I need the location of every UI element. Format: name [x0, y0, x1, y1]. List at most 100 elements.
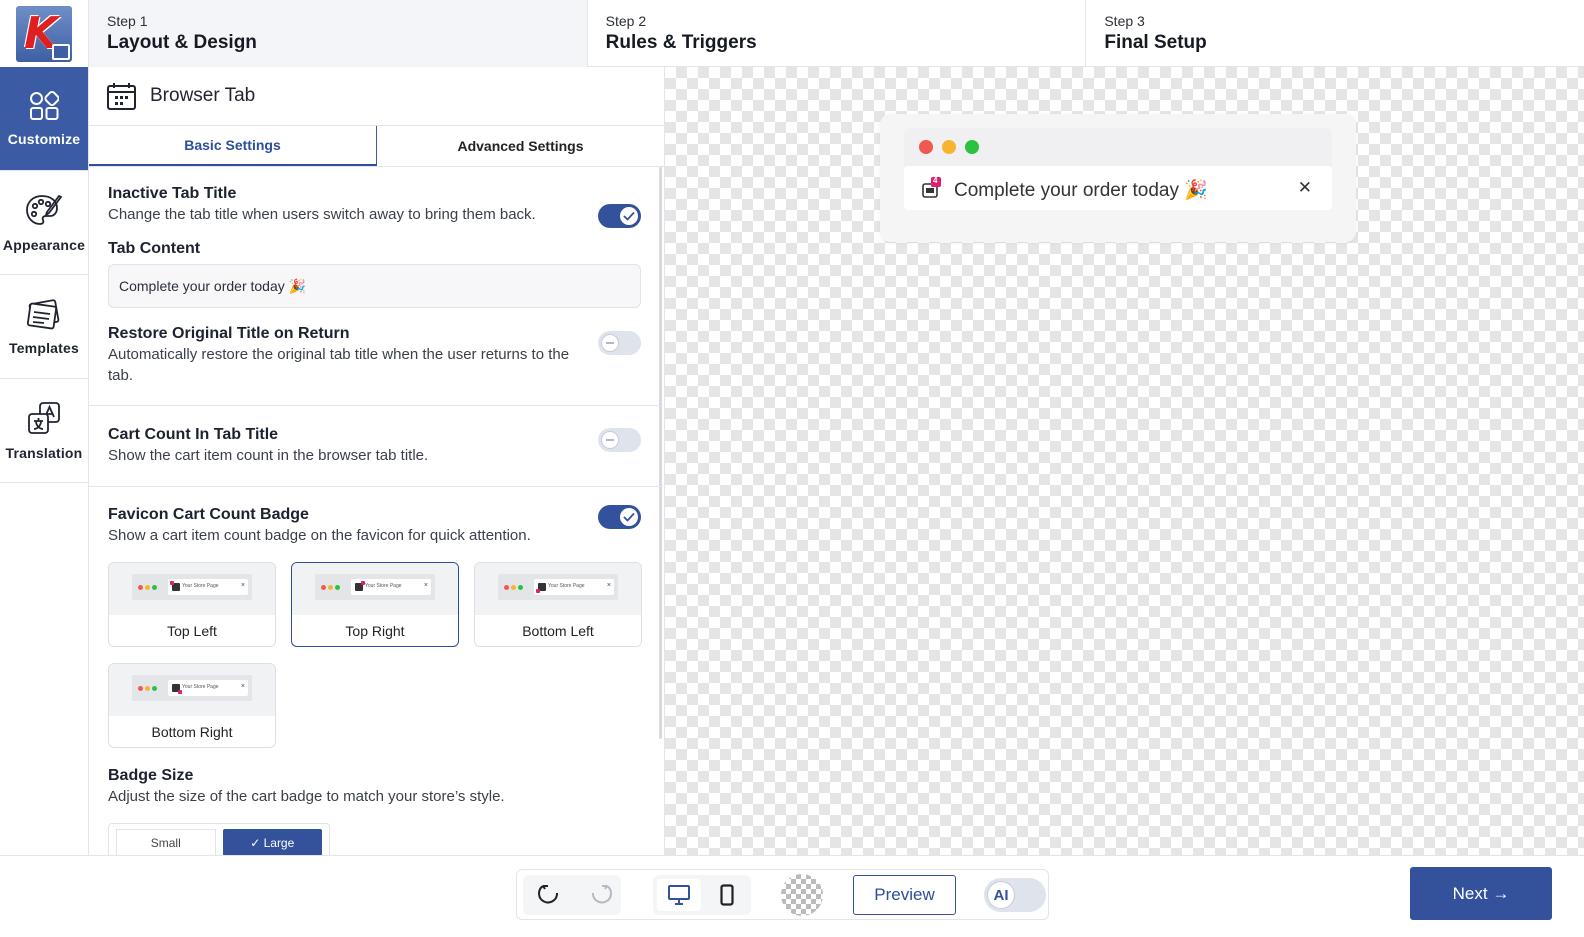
- traffic-lights-icon: [138, 686, 157, 691]
- close-icon: ×: [240, 582, 245, 589]
- next-button[interactable]: Next →: [1410, 867, 1552, 920]
- badge-size-heading: Badge Size: [108, 767, 194, 784]
- toggle-knob: [601, 431, 619, 449]
- favicon-badge-row: Favicon Cart Count Badge Show a cart ite…: [108, 505, 641, 546]
- minus-icon: [606, 439, 614, 441]
- rail-item-label: Translation: [5, 444, 83, 461]
- tab-basic-settings[interactable]: Basic Settings: [89, 126, 377, 166]
- desktop-view-button[interactable]: [661, 881, 697, 909]
- browser-tab-preview: 4 Complete your order today 🎉 ✕: [904, 166, 1332, 210]
- panel-title: Browser Tab: [150, 85, 256, 106]
- favicon-badge-desc: Show a cart item count badge on the favi…: [108, 527, 531, 544]
- preview-button[interactable]: Preview: [853, 875, 956, 915]
- restore-title-toggle[interactable]: [598, 331, 641, 355]
- browser-tab-icon: [107, 82, 136, 110]
- position-label: Top Right: [345, 623, 405, 639]
- step-number: Step 3: [1104, 13, 1145, 29]
- check-icon: [623, 512, 635, 522]
- favicon-icon: 4: [922, 176, 942, 204]
- redo-button[interactable]: [585, 881, 615, 909]
- tab-content-input[interactable]: Complete your order today 🎉: [108, 264, 641, 308]
- badge-size-row: Badge Size Adjust the size of the cart b…: [108, 767, 641, 855]
- undo-button[interactable]: [535, 881, 565, 909]
- undo-icon: [538, 885, 559, 904]
- close-icon: ×: [240, 683, 245, 690]
- rail-item-customize[interactable]: Customize: [0, 67, 88, 171]
- step-3[interactable]: Step 3 Final Setup: [1086, 0, 1584, 67]
- desktop-icon: [668, 885, 690, 905]
- settings-tabs: Basic Settings Advanced Settings: [89, 126, 664, 167]
- step-title: Rules & Triggers: [605, 32, 757, 53]
- traffic-lights-icon: [321, 585, 340, 590]
- cart-count-row: Cart Count In Tab Title Show the cart it…: [108, 426, 641, 466]
- favicon-icon: [536, 583, 546, 593]
- browser-preview-card: 4 Complete your order today 🎉 ✕: [880, 114, 1356, 242]
- mini-tab-text: Your Store Page: [182, 583, 219, 589]
- badge-size-desc: Adjust the size of the cart badge to mat…: [108, 788, 505, 805]
- position-thumbnail: Your Store Page ×: [292, 563, 458, 615]
- device-switcher: [653, 875, 751, 915]
- mobile-icon: [720, 884, 734, 906]
- tab-advanced-settings[interactable]: Advanced Settings: [377, 126, 664, 166]
- rail-item-translation[interactable]: Translation: [0, 379, 88, 483]
- inactive-tab-row: Inactive Tab Title Change the tab title …: [108, 185, 641, 228]
- cart-count-toggle[interactable]: [598, 428, 641, 452]
- ai-toggle-knob: AI: [987, 881, 1015, 909]
- mini-tab-text: Your Store Page: [548, 583, 585, 589]
- traffic-lights-icon: [138, 585, 157, 590]
- position-card-top-right[interactable]: Your Store Page × Top Right: [291, 562, 459, 647]
- step-number: Step 1: [107, 13, 148, 29]
- step-number: Step 2: [605, 13, 647, 29]
- step-1[interactable]: Step 1 Layout & Design: [89, 0, 588, 67]
- preview-canvas: 4 Complete your order today 🎉 ✕: [665, 67, 1584, 855]
- app-logo: K: [16, 5, 72, 62]
- rail-item-label: Appearance: [2, 236, 86, 253]
- mini-browser: Your Store Page ×: [315, 574, 435, 600]
- close-icon[interactable]: ✕: [1298, 178, 1312, 198]
- redo-icon: [591, 885, 612, 904]
- badge-size-selector: Small ✓ Large: [108, 823, 330, 855]
- mobile-view-button[interactable]: [709, 881, 745, 909]
- rail-item-label: Templates: [8, 339, 79, 356]
- inactive-tab-toggle[interactable]: [598, 204, 641, 228]
- editor-tool-group: Preview AI: [516, 869, 1049, 920]
- ai-toggle[interactable]: AI: [984, 878, 1046, 912]
- position-thumbnail: Your Store Page ×: [109, 664, 275, 716]
- minus-icon: [606, 342, 614, 344]
- tab-content-row: Tab Content Complete your order today 🎉: [108, 240, 641, 308]
- favicon-icon: [355, 581, 365, 591]
- position-label: Top Left: [167, 623, 217, 639]
- tab-content-label: Tab Content: [108, 240, 201, 257]
- cart-count-section: Cart Count In Tab Title Show the cart it…: [89, 406, 663, 486]
- mini-browser: Your Store Page ×: [132, 675, 252, 701]
- position-label: Bottom Right: [151, 724, 233, 740]
- close-icon: ×: [606, 582, 611, 589]
- restore-title-row: Restore Original Title on Return Automat…: [108, 325, 641, 405]
- position-card-bottom-left[interactable]: Your Store Page × Bottom Left: [474, 562, 642, 647]
- rail-item-appearance[interactable]: Appearance: [0, 171, 88, 275]
- position-thumbnail: Your Store Page ×: [109, 563, 275, 615]
- left-rail: Customize Appearance Templates Translati…: [0, 67, 89, 855]
- position-card-top-left[interactable]: Your Store Page × Top Left: [108, 562, 276, 647]
- bottom-toolbar: Preview AI Next →: [0, 855, 1584, 937]
- mini-tab-text: Your Store Page: [365, 583, 402, 589]
- rail-item-label: Customize: [7, 130, 81, 147]
- badge-size-small[interactable]: Small: [116, 829, 216, 855]
- favicon-badge-section: Favicon Cart Count Badge Show a cart ite…: [89, 487, 663, 855]
- rail-item-templates[interactable]: Templates: [0, 275, 88, 379]
- mini-tab: Your Store Page ×: [168, 579, 248, 595]
- check-icon: [623, 211, 635, 221]
- favicon-badge-toggle[interactable]: [598, 505, 641, 529]
- badge-size-large[interactable]: ✓ Large: [222, 829, 322, 855]
- position-card-bottom-right[interactable]: Your Store Page × Bottom Right: [108, 663, 276, 748]
- favicon-icon: [170, 581, 180, 591]
- panel-header: Browser Tab: [89, 67, 664, 126]
- toggle-knob: [620, 508, 638, 526]
- mini-tab: Your Store Page ×: [351, 579, 431, 595]
- traffic-lights-icon: [504, 585, 523, 590]
- step-2[interactable]: Step 2 Rules & Triggers: [588, 0, 1087, 67]
- background-transparency-button[interactable]: [781, 874, 823, 916]
- toggle-knob: [601, 334, 619, 352]
- close-icon: ×: [423, 582, 428, 589]
- calendar-icon: [52, 43, 70, 60]
